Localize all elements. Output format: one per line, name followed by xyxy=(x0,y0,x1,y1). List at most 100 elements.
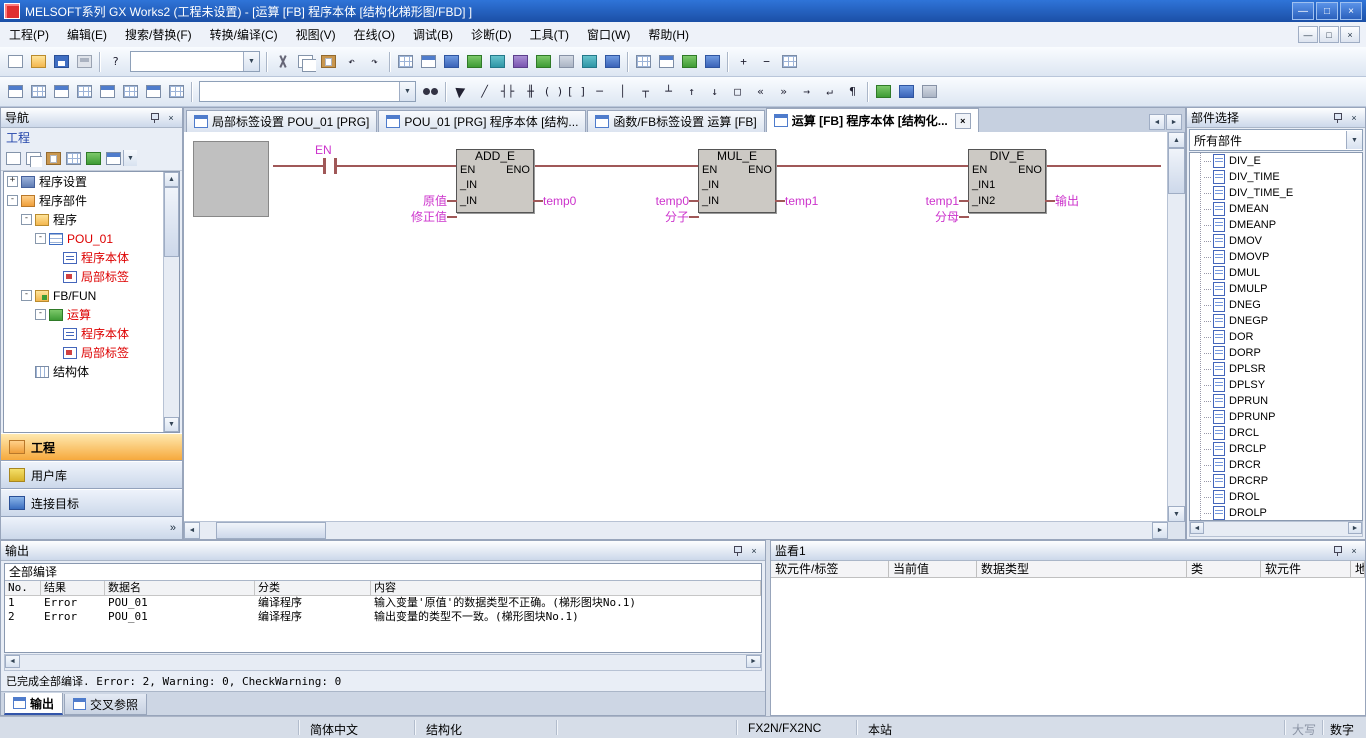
part-filter-combo[interactable]: 所有部件 ▼ xyxy=(1189,129,1363,151)
part-list-item[interactable]: DORP xyxy=(1196,345,1362,361)
part-list-item[interactable]: DMOV xyxy=(1196,233,1362,249)
toolbar-button[interactable] xyxy=(50,51,73,73)
output-column-header[interactable]: 结果 xyxy=(41,581,105,596)
tree-vertical-scrollbar[interactable]: ▲ ▼ xyxy=(163,172,179,432)
scroll-down-icon[interactable]: ▼ xyxy=(1168,506,1185,522)
toolbar-button[interactable]: − xyxy=(755,51,778,73)
toolbar-button[interactable]: □ xyxy=(726,81,749,103)
editor-horizontal-scrollbar[interactable]: ◄ ► xyxy=(184,521,1168,539)
toolbar-button[interactable] xyxy=(4,51,27,73)
scroll-up-icon[interactable]: ▲ xyxy=(164,172,179,187)
toolbar-button[interactable] xyxy=(27,51,50,73)
toolbar-button[interactable] xyxy=(778,51,801,73)
tree-item[interactable]: - POU_01 xyxy=(4,229,164,248)
toolbar-button[interactable] xyxy=(165,81,188,103)
part-list-item[interactable]: DIV_E xyxy=(1196,153,1362,169)
scroll-right-icon[interactable]: ► xyxy=(1152,522,1168,539)
toolbar-button[interactable] xyxy=(103,148,123,168)
toolbar-button[interactable] xyxy=(555,51,578,73)
maximize-button[interactable]: □ xyxy=(1316,2,1338,20)
output-column-header[interactable]: No. xyxy=(5,581,41,596)
input-variable-label[interactable]: 分子 xyxy=(665,210,689,224)
watch-table-body[interactable] xyxy=(771,578,1365,715)
part-list-item[interactable]: DMUL xyxy=(1196,265,1362,281)
tab-scroll-right-icon[interactable]: ► xyxy=(1166,114,1182,130)
menu-item[interactable]: 工程(P) xyxy=(0,23,58,47)
tree-item[interactable]: 程序本体 xyxy=(4,324,164,343)
toolbar-button[interactable] xyxy=(417,51,440,73)
part-list-item[interactable]: DRCR xyxy=(1196,457,1362,473)
pin-icon[interactable] xyxy=(731,544,745,557)
view-switch-button[interactable]: 用户库 xyxy=(1,461,182,489)
document-tab[interactable]: POU_01 [PRG] 程序本体 [结构... xyxy=(378,110,586,132)
toolbar-button[interactable]: ¶ xyxy=(841,81,864,103)
mdi-close-button[interactable]: × xyxy=(1340,26,1360,43)
toolbar-button[interactable] xyxy=(655,51,678,73)
watch-column-header[interactable]: 地 xyxy=(1351,561,1365,578)
toolbar-button[interactable] xyxy=(23,148,43,168)
toolbar-button[interactable] xyxy=(578,51,601,73)
tab-scroll-left-icon[interactable]: ◄ xyxy=(1149,114,1165,130)
toolbar-button[interactable] xyxy=(4,81,27,103)
watch-column-header[interactable]: 数据类型 xyxy=(977,561,1187,578)
document-tab[interactable]: 函数/FB标签设置 运算 [FB] xyxy=(587,110,764,132)
part-list-item[interactable]: DRCRP xyxy=(1196,473,1362,489)
menu-item[interactable]: 帮助(H) xyxy=(639,23,698,47)
document-tab[interactable]: 局部标签设置 POU_01 [PRG] xyxy=(186,110,377,132)
tree-item[interactable]: - 程序部件 xyxy=(4,191,164,210)
function-block[interactable]: DIV_E EN ENO _IN1 _IN2 temp1 分母 输出 xyxy=(968,149,1046,213)
toolbar-button[interactable] xyxy=(678,51,701,73)
toolbar-button[interactable]: ( ) xyxy=(542,81,565,103)
toolbar-button[interactable] xyxy=(532,51,555,73)
output-tab[interactable]: 交叉参照 xyxy=(64,694,147,715)
toolbar-button[interactable]: « xyxy=(749,81,772,103)
part-list-item[interactable]: DRCLP xyxy=(1196,441,1362,457)
part-list-item[interactable]: DROL xyxy=(1196,489,1362,505)
close-button[interactable]: × xyxy=(1340,2,1362,20)
toolbar-button[interactable]: ┬ xyxy=(634,81,657,103)
toolbar-button[interactable] xyxy=(918,81,941,103)
combo-dropdown-icon[interactable]: ▼ xyxy=(1346,131,1362,149)
editor-vertical-scrollbar[interactable]: ▲ ▼ xyxy=(1167,132,1185,522)
toolbar-button[interactable] xyxy=(119,81,142,103)
toolbar-button[interactable] xyxy=(486,51,509,73)
contact-label[interactable]: EN xyxy=(315,143,332,157)
toolbar-button[interactable]: » xyxy=(772,81,795,103)
toolbar-button[interactable]: │ xyxy=(611,81,634,103)
toolbar-button[interactable] xyxy=(632,51,655,73)
part-list-item[interactable]: DIV_TIME xyxy=(1196,169,1362,185)
tree-item[interactable]: 局部标签 xyxy=(4,343,164,362)
toolbar-button[interactable]: ╫ xyxy=(519,81,542,103)
combo-dropdown-icon[interactable]: ▼ xyxy=(399,82,415,101)
output-variable-label[interactable]: temp0 xyxy=(543,194,576,208)
tree-expander-icon[interactable]: + xyxy=(7,176,18,187)
tree-expander-icon[interactable]: - xyxy=(21,290,32,301)
toolbar-button[interactable]: [ ] xyxy=(565,81,588,103)
menu-item[interactable]: 工具(T) xyxy=(521,23,578,47)
output-variable-label[interactable]: temp1 xyxy=(785,194,818,208)
toolbar-button[interactable] xyxy=(463,51,486,73)
output-variable-label[interactable]: 输出 xyxy=(1055,194,1079,208)
output-row[interactable]: 1 Error POU_01 编译程序 输入变量'原值'的数据类型不正确。(梯形… xyxy=(5,596,761,610)
toolbar-button[interactable]: → xyxy=(795,81,818,103)
window-select-combo[interactable]: ▼ xyxy=(130,51,260,72)
scroll-left-icon[interactable]: ◄ xyxy=(1190,522,1204,534)
panel-close-icon[interactable]: × xyxy=(747,544,761,557)
toolbar-button[interactable] xyxy=(294,51,317,73)
part-list-item[interactable]: DPRUN xyxy=(1196,393,1362,409)
input-variable-label[interactable]: 分母 xyxy=(935,210,959,224)
toolbar-button[interactable] xyxy=(440,51,463,73)
part-list-item[interactable]: DMULP xyxy=(1196,281,1362,297)
part-list-item[interactable]: DNEG xyxy=(1196,297,1362,313)
scroll-left-icon[interactable]: ◄ xyxy=(5,655,20,668)
pin-icon[interactable] xyxy=(1331,111,1345,124)
toolbar-button[interactable]: ┤├ xyxy=(496,81,519,103)
menu-item[interactable]: 搜索/替换(F) xyxy=(116,23,201,47)
menu-item[interactable]: 调试(B) xyxy=(404,23,462,47)
tree-expander-icon[interactable]: - xyxy=(35,233,46,244)
output-row[interactable]: 2 Error POU_01 编译程序 输出变量的类型不一致。(梯形图块No.1… xyxy=(5,610,761,624)
toolbar-button[interactable] xyxy=(419,81,442,103)
tree-expander-icon[interactable]: - xyxy=(21,214,32,225)
toolbar-button[interactable] xyxy=(27,81,50,103)
input-variable-label[interactable]: temp1 xyxy=(926,194,959,208)
